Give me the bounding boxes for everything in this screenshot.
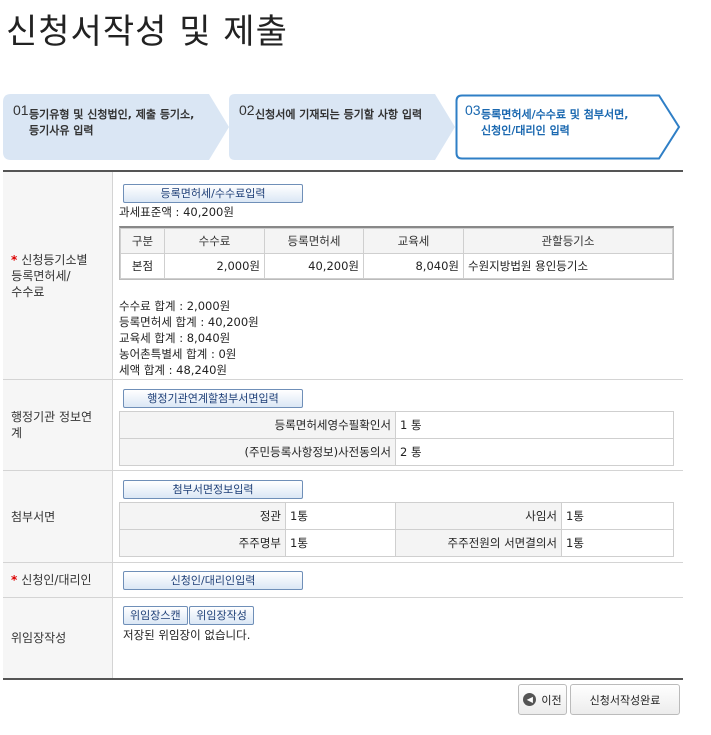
required-mark: * [11,573,18,587]
fee-label: * 신청등기소별 등록면허세/ 수수료 [3,172,113,379]
admin-cell: 행정기관연계할첨부서면입력 등록면허세영수필확인서 1 통 (주민등록사항정보)… [113,380,683,470]
step-2-line1: 신청서에 기재되는 등기할 사항 입력 [255,108,423,121]
fee-table-header: 구분 수수료 등록면허세 교육세 관할등기소 [120,228,673,254]
fee-header-type: 구분 [120,228,165,254]
attach-cell: 첨부서면정보입력 정관 1통 사임서 1통 주주명부 1통 주주전원의 서면결의… [113,471,683,562]
complete-button[interactable]: 신청서작성완료 [570,684,680,715]
prev-button[interactable]: ◀ 이전 [518,684,567,715]
attach-item-name: 사임서 [395,502,562,530]
attach-label: 첨부서면 [3,471,113,562]
attach-row: 첨부서면 첨부서면정보입력 정관 1통 사임서 1통 주주명부 1통 주주전원의… [3,471,683,563]
proxy-row: 위임장작성 위임장스캔 위임장작성 저장된 위임장이 없습니다. [3,598,683,678]
admin-row: 행정기관 정보연 계 행정기관연계할첨부서면입력 등록면허세영수필확인서 1 통… [3,380,683,471]
proxy-message: 저장된 위임장이 없습니다. [123,628,251,642]
fee-label-line1: 신청등기소별 [21,252,88,267]
attach-item-count: 1통 [561,529,674,557]
fee-cell-type: 본점 [120,253,165,279]
table-row: 등록면허세영수필확인서 1 통 [119,411,674,439]
attach-item-name: 주주전원의 서면결의서 [395,529,562,557]
fee-label-line2: 등록면허세/ [11,268,71,283]
fee-table: 구분 수수료 등록면허세 교육세 관할등기소 본점 2,000원 40,200원… [119,226,674,280]
proxy-label: 위임장작성 [3,598,113,678]
application-form: * 신청등기소별 등록면허세/ 수수료 등록면허세/수수료입력 과세표준액 : … [3,170,683,680]
table-row: (주민등록사항정보)사전동의서 2 통 [119,438,674,466]
table-row: 본점 2,000원 40,200원 8,040원 수원지방법원 용인등기소 [120,253,673,279]
attach-item-name: 정관 [119,502,286,530]
proxy-cell: 위임장스캔 위임장작성 저장된 위임장이 없습니다. [113,598,683,678]
step-2-number: 02 [239,102,255,118]
summary-fee-total: 수수료 합계 : 2,000원 [119,299,231,313]
admin-input-button[interactable]: 행정기관연계할첨부서면입력 [123,389,303,408]
fee-cell-edu-tax: 8,040원 [363,253,464,279]
attach-table: 정관 1통 사임서 1통 주주명부 1통 주주전원의 서면결의서 1통 [119,502,674,557]
admin-label-line1: 행정기관 정보연 [11,410,93,424]
applicant-row: * 신청인/대리인 신청인/대리인입력 [3,563,683,598]
admin-table: 등록면허세영수필확인서 1 통 (주민등록사항정보)사전동의서 2 통 [119,411,674,466]
attach-item-count: 1통 [561,502,674,530]
table-row: 주주명부 1통 주주전원의 서면결의서 1통 [119,529,674,557]
fee-cell-registry: 수원지방법원 용인등기소 [463,253,673,279]
summary-tax-total: 세액 합계 : 48,240원 [119,363,227,377]
summary-edu-total: 교육세 합계 : 8,040원 [119,331,231,345]
step-2-shape [229,94,455,160]
arrow-left-icon: ◀ [523,693,537,706]
fee-header-edu-tax: 교육세 [363,228,464,254]
admin-item-count: 2 통 [395,438,674,466]
fee-summary: 수수료 합계 : 2,000원 등록면허세 합계 : 40,200원 교육세 합… [119,298,675,378]
fee-cell-license-tax: 40,200원 [264,253,364,279]
step-3-number: 03 [465,102,481,118]
applicant-label-text: 신청인/대리인 [21,573,92,587]
summary-license-total: 등록면허세 합계 : 40,200원 [119,315,259,329]
admin-item-name: 등록면허세영수필확인서 [119,411,396,439]
fee-row: * 신청등기소별 등록면허세/ 수수료 등록면허세/수수료입력 과세표준액 : … [3,172,683,380]
step-1-line1: 등기유형 및 신청법인, 제출 등기소, [29,108,195,121]
step-3-line1: 등록면허세/수수료 및 첨부서면, [481,108,629,121]
admin-label-line2: 계 [11,426,23,440]
fee-input-button[interactable]: 등록면허세/수수료입력 [123,184,303,203]
fee-header-license-tax: 등록면허세 [264,228,364,254]
applicant-label: * 신청인/대리인 [3,563,113,597]
step-1: 01 등기유형 및 신청법인, 제출 등기소, 등기사유 입력 [3,94,229,160]
proxy-write-button[interactable]: 위임장작성 [189,606,254,625]
attach-input-button[interactable]: 첨부서면정보입력 [123,480,303,499]
fee-cell-fee: 2,000원 [164,253,265,279]
complete-label: 신청서작성완료 [589,693,661,707]
attach-item-count: 1통 [285,529,396,557]
step-1-text: 등기유형 및 신청법인, 제출 등기소, 등기사유 입력 [29,107,194,139]
table-row: 정관 1통 사임서 1통 [119,502,674,530]
admin-item-name: (주민등록사항정보)사전동의서 [119,438,396,466]
attach-item-count: 1통 [285,502,396,530]
fee-cell: 등록면허세/수수료입력 과세표준액 : 40,200원 구분 수수료 등록면허세… [113,172,683,379]
tax-base: 과세표준액 : 40,200원 [119,205,234,219]
applicant-cell: 신청인/대리인입력 [113,563,683,597]
step-2: 02 신청서에 기재되는 등기할 사항 입력 [229,94,455,160]
summary-rural-total: 농어촌특별세 합계 : 0원 [119,347,237,361]
step-1-line2: 등기사유 입력 [29,124,94,137]
fee-header-registry: 관할등기소 [463,228,673,254]
step-1-number: 01 [13,102,29,118]
applicant-input-button[interactable]: 신청인/대리인입력 [123,570,303,590]
attach-item-name: 주주명부 [119,529,286,557]
step-3-text: 등록면허세/수수료 및 첨부서면, 신청인/대리인 입력 [481,107,628,139]
admin-label: 행정기관 정보연 계 [3,380,113,470]
proxy-scan-button[interactable]: 위임장스캔 [123,606,188,625]
step-3-line2: 신청인/대리인 입력 [481,124,570,137]
admin-item-count: 1 통 [395,411,674,439]
step-2-text: 신청서에 기재되는 등기할 사항 입력 [255,107,422,123]
prev-label: 이전 [541,693,562,707]
fee-label-line3: 수수료 [11,284,45,299]
page-title: 신청서작성 및 제출 [6,12,288,52]
step-3: 03 등록면허세/수수료 및 첨부서면, 신청인/대리인 입력 [455,94,681,160]
fee-header-fee: 수수료 [164,228,265,254]
